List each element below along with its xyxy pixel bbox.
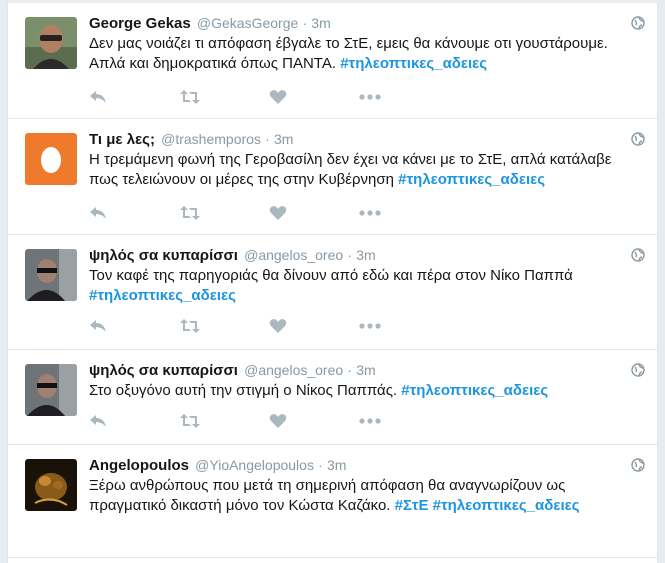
tweet-header: George Gekas @GekasGeorge · 3m bbox=[89, 13, 627, 34]
tweet-text: Στο οξυγόνο αυτή την στιγμή ο Νίκος Παππ… bbox=[89, 381, 627, 401]
hashtag-link[interactable]: #τηλεοπτικες_αδειες bbox=[401, 382, 548, 399]
like-button[interactable] bbox=[269, 411, 359, 431]
separator-dot: · bbox=[265, 131, 270, 147]
heart-icon bbox=[269, 206, 287, 220]
author-name[interactable]: Angelopoulos bbox=[89, 457, 189, 474]
retweet-icon bbox=[180, 319, 200, 333]
tweet-text-segment: Τον καφέ της παρηγοριάς θα δίνουν από εδ… bbox=[89, 267, 573, 284]
tweet-text: Δεν μας νοιάζει τι απόφαση έβγαλε το ΣτΕ… bbox=[89, 34, 627, 74]
separator-dot: · bbox=[347, 247, 353, 263]
reply-button[interactable] bbox=[89, 203, 179, 223]
globe-icon bbox=[631, 248, 645, 262]
author-handle[interactable]: @trashemporos bbox=[161, 131, 261, 147]
timestamp[interactable]: 3m bbox=[327, 457, 346, 473]
author-name[interactable]: ψηλός σα κυπαρίσσι bbox=[89, 362, 238, 379]
tweet[interactable]: Τι με λες; @trashemporos · 3m Η τρεμάμεν… bbox=[8, 119, 657, 235]
retweet-icon bbox=[180, 206, 200, 220]
tweet[interactable]: Angelopoulos @YioAngelopoulos · 3m Ξέρω … bbox=[8, 445, 657, 558]
like-button[interactable] bbox=[269, 316, 359, 336]
more-button[interactable] bbox=[359, 411, 449, 431]
author-name[interactable]: ψηλός σα κυπαρίσσι bbox=[89, 247, 238, 264]
timestamp[interactable]: 3m bbox=[274, 131, 293, 147]
author-name[interactable]: George Gekas bbox=[89, 15, 191, 32]
more-dots-icon bbox=[359, 210, 381, 216]
more-dots-icon bbox=[359, 94, 381, 100]
globe-icon bbox=[631, 363, 645, 377]
separator-dot: · bbox=[347, 362, 353, 378]
timestamp[interactable]: 3m bbox=[356, 362, 375, 378]
hashtag-link[interactable]: #τηλεοπτικες_αδειες bbox=[433, 497, 580, 514]
timestamp[interactable]: 3m bbox=[311, 15, 330, 31]
timestamp[interactable]: 3m bbox=[356, 247, 375, 263]
tweet-actions bbox=[89, 316, 449, 336]
separator-dot: · bbox=[318, 457, 323, 473]
tweet-header: Angelopoulos @YioAngelopoulos · 3m bbox=[89, 455, 627, 476]
tweet-text: Η τρεμάμενη φωνή της Γεροβασίλη δεν έχει… bbox=[89, 150, 627, 190]
avatar[interactable] bbox=[25, 133, 77, 185]
tweet-text: Τον καφέ της παρηγοριάς θα δίνουν από εδ… bbox=[89, 266, 627, 306]
author-handle[interactable]: @GekasGeorge bbox=[197, 15, 298, 31]
retweet-button[interactable] bbox=[179, 87, 269, 107]
reply-button[interactable] bbox=[89, 87, 179, 107]
heart-icon bbox=[269, 319, 287, 333]
author-handle[interactable]: @angelos_oreo bbox=[244, 247, 343, 263]
globe-icon bbox=[631, 132, 645, 146]
hashtag-link[interactable]: #τηλεοπτικες_αδειες bbox=[340, 55, 487, 72]
tweet[interactable]: ψηλός σα κυπαρίσσι @angelos_oreo · 3m Στ… bbox=[8, 350, 657, 445]
more-dots-icon bbox=[359, 323, 381, 329]
reply-button[interactable] bbox=[89, 316, 179, 336]
tweet-actions bbox=[89, 411, 449, 431]
tweet[interactable]: George Gekas @GekasGeorge · 3m Δεν μας ν… bbox=[8, 3, 657, 119]
author-name[interactable]: Τι με λες; bbox=[89, 131, 155, 148]
reply-icon bbox=[90, 91, 106, 103]
retweet-icon bbox=[180, 90, 200, 104]
tweet-actions bbox=[89, 203, 449, 223]
separator-dot: · bbox=[302, 15, 308, 31]
more-dots-icon bbox=[359, 418, 381, 424]
globe-icon bbox=[631, 16, 645, 30]
more-button[interactable] bbox=[359, 316, 449, 336]
tweet-actions bbox=[89, 87, 449, 107]
hashtag-link[interactable]: #τηλεοπτικες_αδειες bbox=[89, 287, 236, 304]
author-handle[interactable]: @YioAngelopoulos bbox=[195, 457, 314, 473]
retweet-icon bbox=[180, 414, 200, 428]
more-button[interactable] bbox=[359, 87, 449, 107]
retweet-button[interactable] bbox=[179, 411, 269, 431]
reply-button[interactable] bbox=[89, 411, 179, 431]
reply-icon bbox=[90, 207, 106, 219]
tweet-text-segment: Στο οξυγόνο αυτή την στιγμή ο Νίκος Παππ… bbox=[89, 382, 402, 399]
tweet-header: ψηλός σα κυπαρίσσι @angelos_oreo · 3m bbox=[89, 360, 627, 381]
more-button[interactable] bbox=[359, 203, 449, 223]
tweet-header: ψηλός σα κυπαρίσσι @angelos_oreo · 3m bbox=[89, 245, 627, 266]
tweet-header: Τι με λες; @trashemporos · 3m bbox=[89, 129, 627, 150]
reply-icon bbox=[90, 320, 106, 332]
retweet-button[interactable] bbox=[179, 316, 269, 336]
globe-icon bbox=[631, 458, 645, 472]
avatar[interactable] bbox=[25, 364, 77, 416]
avatar[interactable] bbox=[25, 459, 77, 511]
timeline: George Gekas @GekasGeorge · 3m Δεν μας ν… bbox=[7, 3, 658, 563]
tweet-text: Ξέρω ανθρώπους που μετά τη σημερινή απόφ… bbox=[89, 476, 627, 516]
avatar[interactable] bbox=[25, 17, 77, 69]
like-button[interactable] bbox=[269, 203, 359, 223]
author-handle[interactable]: @angelos_oreo bbox=[244, 362, 343, 378]
heart-icon bbox=[269, 90, 287, 104]
retweet-button[interactable] bbox=[179, 203, 269, 223]
hashtag-link[interactable]: #τηλεοπτικες_αδειες bbox=[398, 171, 545, 188]
heart-icon bbox=[269, 414, 287, 428]
hashtag-link[interactable]: #ΣτΕ bbox=[395, 497, 429, 514]
reply-icon bbox=[90, 415, 106, 427]
tweet[interactable]: ψηλός σα κυπαρίσσι @angelos_oreo · 3m Το… bbox=[8, 235, 657, 350]
like-button[interactable] bbox=[269, 87, 359, 107]
avatar[interactable] bbox=[25, 249, 77, 301]
